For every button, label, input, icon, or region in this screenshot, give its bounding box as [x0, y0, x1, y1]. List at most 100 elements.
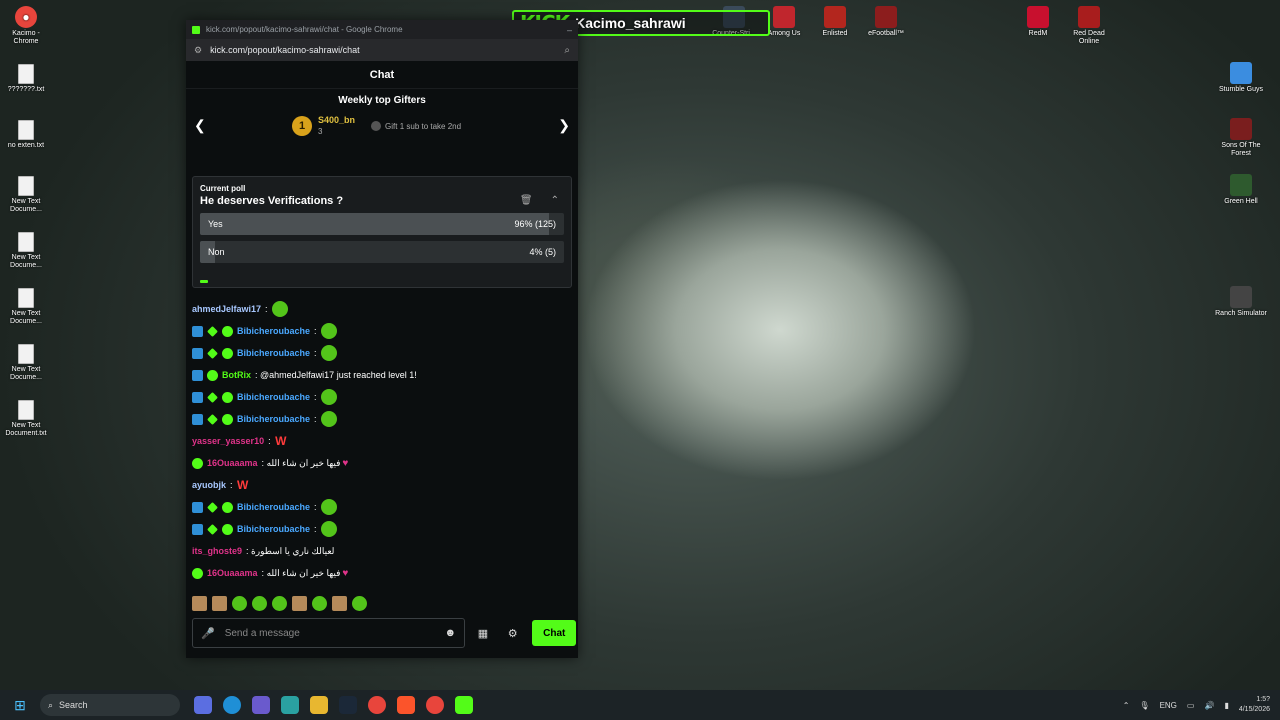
poll-option-yes[interactable]: Yes 96% (125) — [200, 213, 564, 235]
desktop-icon[interactable]: Enlisted — [809, 6, 861, 38]
taskbar-search[interactable]: ⌕ Search — [40, 694, 180, 716]
desktop-icon[interactable]: Sons Of The Forest — [1215, 118, 1267, 158]
volume-icon[interactable]: 🔊 — [1204, 701, 1214, 710]
vip-badge-icon — [207, 501, 218, 513]
emoji-icon[interactable]: ☻ — [444, 627, 456, 639]
chevron-left-icon[interactable]: ❮ — [194, 117, 206, 134]
vip-badge-icon — [207, 347, 218, 359]
chat-username[interactable]: 16Ouaaama — [207, 568, 258, 578]
game-icon — [1230, 118, 1252, 140]
chevron-up-icon[interactable]: ⌃ — [1123, 701, 1130, 710]
message-input[interactable]: 🎤 Send a message ☻ — [192, 618, 466, 648]
desktop-icon[interactable]: ● Kacimo - Chrome — [0, 6, 52, 46]
chat-username[interactable]: ayuobjk — [192, 480, 226, 490]
emote-button[interactable] — [212, 595, 227, 611]
gear-icon[interactable]: ⚙ — [501, 627, 525, 640]
steam-icon[interactable] — [339, 696, 357, 714]
chat-username[interactable]: Bibicheroubache — [237, 392, 310, 402]
emote-icon — [321, 411, 338, 427]
chat-message: BotRix: @ahmedJelfawi17 just reached lev… — [192, 364, 572, 386]
game-icon — [1230, 174, 1252, 196]
chat-username[interactable]: 16Ouaaama — [207, 458, 258, 468]
desktop-icon[interactable]: Ranch Simulator — [1215, 286, 1267, 318]
emote-button[interactable] — [232, 595, 247, 611]
emote-button[interactable] — [312, 595, 327, 611]
zoom-icon[interactable]: ⌕ — [564, 45, 570, 56]
minimize-icon[interactable]: – — [567, 25, 572, 35]
chat-username[interactable]: Bibicheroubache — [237, 414, 310, 424]
desktop-icon[interactable]: New Text Docume... — [0, 344, 52, 382]
chat-username[interactable]: its_ghoste9 — [192, 546, 242, 556]
chat-message: yasser_yasser10: W — [192, 434, 287, 448]
windows-start-icon[interactable]: ⊞ — [0, 697, 40, 714]
chat-message: ayuobjk: W — [192, 478, 249, 492]
chat-username[interactable]: Bibicheroubache — [237, 524, 310, 534]
taskbar-app-icon[interactable] — [281, 696, 299, 714]
taskbar-app-icon[interactable] — [252, 696, 270, 714]
poll-timer-bar — [200, 280, 208, 283]
pin-badge-icon — [192, 523, 203, 535]
desktop-icon[interactable]: Stumble Guys — [1215, 62, 1267, 94]
desktop-icon[interactable]: New Text Docume... — [0, 288, 52, 326]
pin-badge-icon — [192, 501, 203, 513]
subscriber-badge-icon — [222, 347, 233, 359]
chat-username[interactable]: yasser_yasser10 — [192, 436, 264, 446]
quick-emote-bar — [192, 594, 367, 612]
desktop-icon[interactable]: Green Hell — [1215, 174, 1267, 206]
network-icon[interactable]: ▭ — [1187, 701, 1195, 710]
send-chat-button[interactable]: Chat — [532, 620, 576, 646]
desktop-icon[interactable]: RedM — [1012, 6, 1064, 38]
emote-icon — [321, 389, 338, 405]
chat-message: 16Ouaaama: فيها خير ان شاء الله ♥ — [192, 452, 572, 474]
desktop-icon[interactable]: no exten.txt — [0, 120, 52, 150]
emote-button[interactable] — [332, 595, 347, 611]
window-title-bar[interactable]: kick.com/popout/kacimo-sahrawi/chat - Go… — [186, 20, 578, 39]
chrome-icon[interactable] — [368, 696, 386, 714]
heart-icon: ♥ — [342, 457, 349, 469]
chat-username[interactable]: BotRix — [222, 370, 251, 380]
emote-button[interactable] — [352, 595, 367, 611]
microphone-icon[interactable]: 🎤 — [201, 627, 215, 640]
chevron-right-icon[interactable]: ❯ — [558, 117, 570, 134]
desktop-icon[interactable]: ???????.txt — [0, 64, 52, 94]
kick-app-icon[interactable] — [455, 696, 473, 714]
desktop-icon[interactable]: Red Dead Online — [1063, 6, 1115, 46]
window-title: kick.com/popout/kacimo-sahrawi/chat - Go… — [206, 25, 403, 34]
chat-message: Bibicheroubache: — [192, 342, 572, 364]
address-bar[interactable]: ⚙ kick.com/popout/kacimo-sahrawi/chat ⌕ — [186, 39, 578, 61]
file-explorer-icon[interactable] — [310, 696, 328, 714]
game-icon — [773, 6, 795, 28]
subscriber-badge-icon — [222, 413, 233, 425]
gift-icon[interactable]: ▦ — [471, 627, 495, 640]
battery-icon[interactable]: ▮ — [1224, 701, 1228, 710]
chat-username[interactable]: Bibicheroubache — [237, 326, 310, 336]
emote-button[interactable] — [272, 595, 287, 611]
chat-username[interactable]: Bibicheroubache — [237, 348, 310, 358]
chevron-up-icon[interactable]: ⌃ — [551, 195, 559, 206]
chat-username[interactable]: Bibicheroubache — [237, 502, 310, 512]
brave-icon[interactable] — [397, 696, 415, 714]
emote-button[interactable] — [252, 595, 267, 611]
trash-icon[interactable]: 🗑 — [520, 195, 533, 206]
emote-button[interactable] — [292, 595, 307, 611]
clock[interactable]: 1:5? 4/15/2026 — [1239, 695, 1270, 715]
taskbar-app-icon[interactable] — [194, 696, 212, 714]
chrome-icon[interactable] — [426, 696, 444, 714]
poll-option-non[interactable]: Non 4% (5) — [200, 241, 564, 263]
desktop-icon[interactable]: New Text Docume... — [0, 176, 52, 214]
microphone-icon[interactable]: 🎙 — [1139, 701, 1149, 710]
desktop-icon[interactable]: eFootball™ — [860, 6, 912, 38]
edge-icon[interactable] — [223, 696, 241, 714]
gifter-name[interactable]: S400_bn — [318, 115, 355, 125]
chat-message: its_ghoste9: لعيالك ناري يا اسطورة — [192, 545, 335, 557]
poll-question: He deserves Verifications ? — [200, 195, 344, 207]
chat-username[interactable]: ahmedJelfawi17 — [192, 304, 261, 314]
language-indicator[interactable]: ENG — [1160, 701, 1177, 710]
pin-badge-icon — [192, 369, 203, 381]
subscriber-badge-icon — [207, 369, 218, 381]
chat-message: Bibicheroubache: — [192, 320, 572, 342]
site-info-icon[interactable]: ⚙ — [194, 45, 202, 56]
emote-button[interactable] — [192, 595, 207, 611]
desktop-icon[interactable]: New Text Docume... — [0, 232, 52, 270]
desktop-icon[interactable]: New Text Document.txt — [0, 400, 52, 438]
